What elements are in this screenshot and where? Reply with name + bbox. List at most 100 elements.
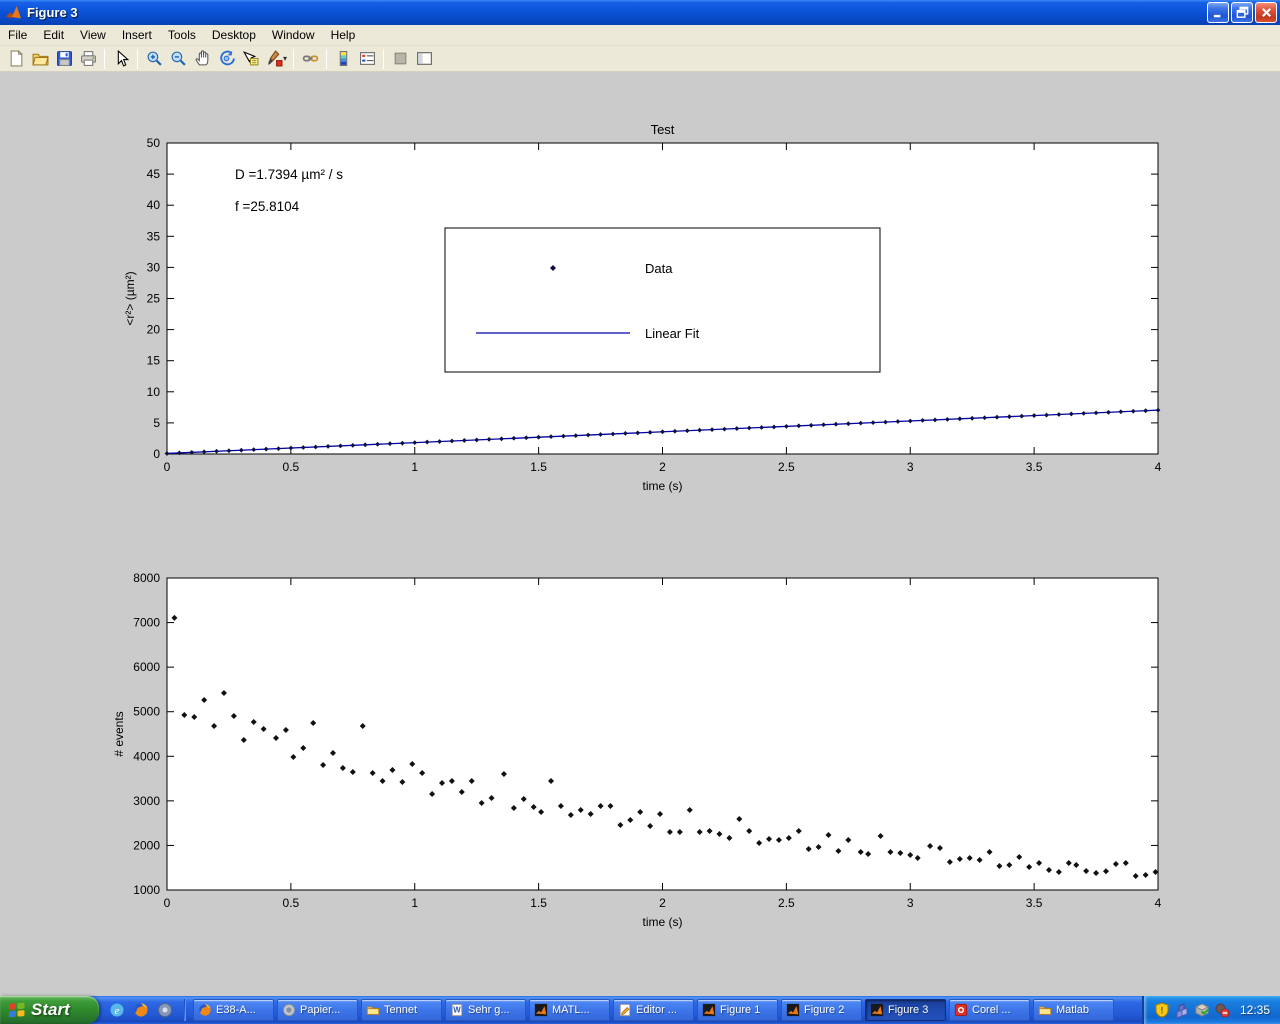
task-button-label: Figure 2 (804, 1004, 844, 1016)
menu-file[interactable]: File (0, 25, 35, 45)
insert-legend-button[interactable] (355, 48, 379, 70)
menu-edit[interactable]: Edit (35, 25, 72, 45)
hide-plot-tools-button[interactable] (388, 48, 412, 70)
y-tick-label: 1000 (133, 883, 160, 897)
task-button-figure-1[interactable]: Figure 1 (697, 999, 778, 1021)
y-tick-label: 4000 (133, 749, 160, 763)
print-button[interactable] (76, 48, 100, 70)
show-plot-tools-button[interactable] (412, 48, 436, 70)
task-button-label: Figure 1 (720, 1004, 760, 1016)
open-file-icon (32, 50, 49, 67)
task-button-label: Corel ... (972, 1004, 1011, 1016)
print-icon (80, 50, 97, 67)
y-axis-label: # events (112, 711, 126, 756)
show-plot-tools-icon (416, 50, 433, 67)
link-plot-button[interactable] (298, 48, 322, 70)
stacked-cards-icon[interactable] (1174, 1002, 1190, 1018)
media-app-icon[interactable] (155, 1000, 175, 1020)
y-tick-label: 40 (147, 198, 161, 212)
annotation-1: f =25.8104 (235, 199, 300, 214)
task-button-label: Sehr g... (468, 1004, 510, 1016)
matlab-icon (870, 1003, 884, 1017)
firefox-icon[interactable] (131, 1000, 151, 1020)
svg-text:e: e (115, 1005, 120, 1017)
security-shield-icon[interactable]: ! (1154, 1002, 1170, 1018)
task-button-tennet[interactable]: Tennet (361, 999, 442, 1021)
pan-button[interactable] (190, 48, 214, 70)
pointer-button[interactable] (109, 48, 133, 70)
task-button-papier[interactable]: Papier... (277, 999, 358, 1021)
corel-icon (954, 1003, 968, 1017)
menu-help[interactable]: Help (323, 25, 364, 45)
task-button-matl[interactable]: MATL... (529, 999, 610, 1021)
legend-label: Linear Fit (645, 326, 700, 341)
task-button-label: Figure 3 (888, 1004, 928, 1016)
zoom-in-icon (146, 50, 163, 67)
plot-area[interactable] (167, 578, 1158, 890)
data-cursor-button[interactable] (238, 48, 262, 70)
menu-view[interactable]: View (72, 25, 114, 45)
figure-canvas: 00.511.522.533.5405101520253035404550Tes… (0, 72, 1280, 996)
menu-tools[interactable]: Tools (160, 25, 204, 45)
legend-box[interactable] (445, 228, 880, 372)
editor-icon (618, 1003, 632, 1017)
taskbar: Start e E38-A... Papier... Tennet W Sehr g..… (0, 996, 1280, 1024)
y-tick-label: 45 (147, 167, 161, 181)
zoom-in-button[interactable] (142, 48, 166, 70)
zoom-out-button[interactable] (166, 48, 190, 70)
y-tick-label: 7000 (133, 616, 160, 630)
task-button-corel[interactable]: Corel ... (949, 999, 1030, 1021)
task-button-figure-2[interactable]: Figure 2 (781, 999, 862, 1021)
task-button-figure-3[interactable]: Figure 3 (865, 999, 946, 1021)
open-file-button[interactable] (28, 48, 52, 70)
taskbar-divider (184, 999, 186, 1021)
firefox-icon (198, 1003, 212, 1017)
insert-colorbar-button[interactable] (331, 48, 355, 70)
internet-explorer-icon[interactable]: e (107, 1000, 127, 1020)
menu-window[interactable]: Window (264, 25, 323, 45)
y-tick-label: 30 (147, 260, 161, 274)
x-tick-label: 3.5 (1026, 896, 1043, 910)
new-document-button[interactable] (4, 48, 28, 70)
chart-0: 00.511.522.533.5405101520253035404550Tes… (123, 122, 1162, 493)
annotation-0: D =1.7394 µm² / s (235, 167, 343, 182)
menubar: FileEditViewInsertToolsDesktopWindowHelp (0, 25, 1280, 46)
rotate-3d-button[interactable] (214, 48, 238, 70)
x-tick-label: 0.5 (283, 460, 300, 474)
matlab-icon (702, 1003, 716, 1017)
restore-button[interactable] (1231, 2, 1253, 23)
legend-label: Data (645, 261, 673, 276)
brush-dropdown-button[interactable]: ▾ (283, 54, 287, 63)
titlebar[interactable]: Figure 3 (0, 0, 1280, 25)
tray-icons: ! (1154, 1002, 1230, 1018)
charts-svg: 00.511.522.533.5405101520253035404550Tes… (0, 72, 1280, 996)
taskbar-clock[interactable]: 12:35 (1240, 1003, 1270, 1017)
x-tick-label: 1 (411, 896, 418, 910)
word-doc-icon: W (450, 1003, 464, 1017)
task-button-label: Papier... (300, 1004, 340, 1016)
task-button-sehr-g[interactable]: W Sehr g... (445, 999, 526, 1021)
task-button-editor[interactable]: Editor ... (613, 999, 694, 1021)
start-button[interactable]: Start (0, 996, 99, 1024)
matlab-icon (534, 1003, 548, 1017)
figure-window: Figure 3 FileEditViewInsertToolsDesktopW… (0, 0, 1280, 1024)
y-tick-label: 2000 (133, 838, 160, 852)
no-connection-icon[interactable] (1214, 1002, 1230, 1018)
package-check-icon[interactable] (1194, 1002, 1210, 1018)
save-button[interactable] (52, 48, 76, 70)
svg-text:!: ! (1160, 1006, 1163, 1016)
y-tick-label: 35 (147, 229, 161, 243)
menu-insert[interactable]: Insert (114, 25, 160, 45)
menu-desktop[interactable]: Desktop (204, 25, 264, 45)
task-buttons: E38-A... Papier... Tennet W Sehr g... MATL...… (189, 999, 1140, 1021)
y-tick-label: 50 (147, 136, 161, 150)
close-button[interactable] (1255, 2, 1277, 23)
task-button-matlab[interactable]: Matlab (1033, 999, 1114, 1021)
y-tick-label: 5000 (133, 705, 160, 719)
minimize-button[interactable] (1207, 2, 1229, 23)
x-tick-label: 3 (907, 460, 914, 474)
toolbar-separator (104, 49, 105, 69)
task-button-e38-a[interactable]: E38-A... (193, 999, 274, 1021)
link-plot-icon (302, 50, 319, 67)
toolbar-separator (137, 49, 138, 69)
